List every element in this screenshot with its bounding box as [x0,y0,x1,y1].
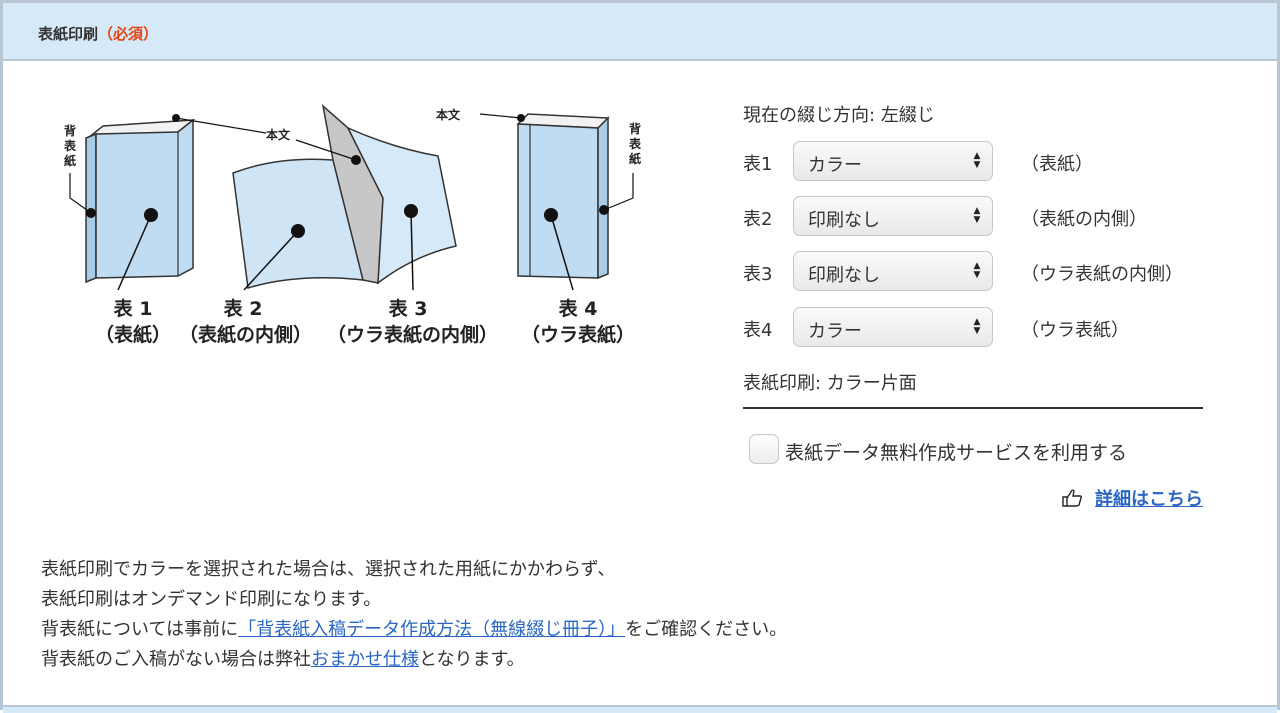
select-arrows-icon: ▲ ▼ [973,261,981,280]
cover-row-label: 表3 [743,264,773,285]
cover-row-note: （表紙） [1021,154,1093,175]
cover-row-label: 表1 [743,154,773,175]
cover-4-select[interactable]: カラー ▲ ▼ [793,307,993,347]
select-arrows-icon: ▲ ▼ [973,206,981,225]
omakase-spec-link[interactable]: おまかせ仕様 [311,649,419,670]
select-value: カラー [808,155,862,176]
cover-row-4: 表4 カラー ▲ ▼ （ウラ表紙） [743,307,1203,347]
note-line-3-pre: 背表紙については事前に [41,619,239,640]
next-section-header [3,705,1277,713]
cover-row-note: （ウラ表紙の内側） [1021,264,1183,285]
cover-3-select[interactable]: 印刷なし ▲ ▼ [793,251,993,291]
cover-2-select[interactable]: 印刷なし ▲ ▼ [793,196,993,236]
cover-diagram: 本文 本文 背表紙 背表紙 表 1 表 2 表 3 表 4 （表紙） （表紙の内… [48,98,688,358]
cover-row-1: 表1 カラー ▲ ▼ （表紙） [743,141,1203,181]
note-line-3: 背表紙については事前に「背表紙入稿データ作成方法（無線綴じ冊子）」をご確認くださ… [41,615,787,645]
required-badge: （必須） [98,25,159,43]
detail-link-row: 詳細はこちら [1061,485,1203,511]
cover-row-label: 表2 [743,209,773,230]
cover-2-desc: （表紙の内側） [178,324,312,346]
pointing-hand-icon [1062,489,1083,507]
divider [743,407,1203,409]
cover-row-note: （ウラ表紙） [1021,320,1129,341]
note-line-1: 表紙印刷でカラーを選択された場合は、選択された用紙にかかわらず、 [41,559,616,580]
cover-4-name: 表 4 [558,298,598,320]
cover-print-section: 表紙印刷（必須） 本文 本文 背表紙 背表紙 表 1 表 2 表 3 表 4 （… [0,0,1280,713]
note-line-4-post: となります。 [419,649,525,670]
free-cover-service-label[interactable]: 表紙データ無料作成サービスを利用する [785,438,1127,465]
spine-data-guide-link[interactable]: 「背表紙入稿データ作成方法（無線綴じ冊子）」 [238,619,625,640]
section-title: 表紙印刷（必須） [38,23,158,44]
note-line-3-post: をご確認ください。 [625,619,788,640]
print-summary: 表紙印刷: カラー片面 [743,373,917,394]
select-value: 印刷なし [808,210,880,231]
cover-3-name: 表 3 [388,298,428,320]
cover-3-desc: （ウラ表紙の内側） [326,324,498,346]
binding-direction: 現在の綴じ方向: 左綴じ [743,105,935,126]
free-cover-service-checkbox[interactable] [749,434,779,464]
select-value: カラー [808,321,862,342]
cover-2-name: 表 2 [223,298,263,320]
note-line-4: 背表紙のご入稿がない場合は弊社おまかせ仕様となります。 [41,645,787,675]
note-line-2: 表紙印刷はオンデマンド印刷になります。 [41,589,382,610]
cover-1-name: 表 1 [113,298,153,320]
cover-row-3: 表3 印刷なし ▲ ▼ （ウラ表紙の内側） [743,251,1203,291]
section-title-text: 表紙印刷 [38,25,99,43]
note-line-4-pre: 背表紙のご入稿がない場合は弊社 [41,649,311,670]
detail-link[interactable]: 詳細はこちら [1095,485,1203,511]
diagram-label-honbun-2: 本文 [436,108,461,122]
cover-row-label: 表4 [743,320,773,341]
cover-row-2: 表2 印刷なし ▲ ▼ （表紙の内側） [743,196,1203,236]
diagram-label-honbun: 本文 [266,128,291,142]
select-arrows-icon: ▲ ▼ [973,317,981,336]
select-arrows-icon: ▲ ▼ [973,151,981,170]
cover-1-select[interactable]: カラー ▲ ▼ [793,141,993,181]
diagram-label-spine-right: 背表紙 [628,122,641,166]
section-header: 表紙印刷（必須） [3,3,1277,61]
cover-row-note: （表紙の内側） [1021,209,1147,230]
diagram-label-spine-left: 背表紙 [63,124,76,168]
select-value: 印刷なし [808,265,880,286]
cover-4-desc: （ウラ表紙） [520,324,635,346]
notes: 表紙印刷でカラーを選択された場合は、選択された用紙にかかわらず、 表紙印刷はオン… [41,555,787,675]
